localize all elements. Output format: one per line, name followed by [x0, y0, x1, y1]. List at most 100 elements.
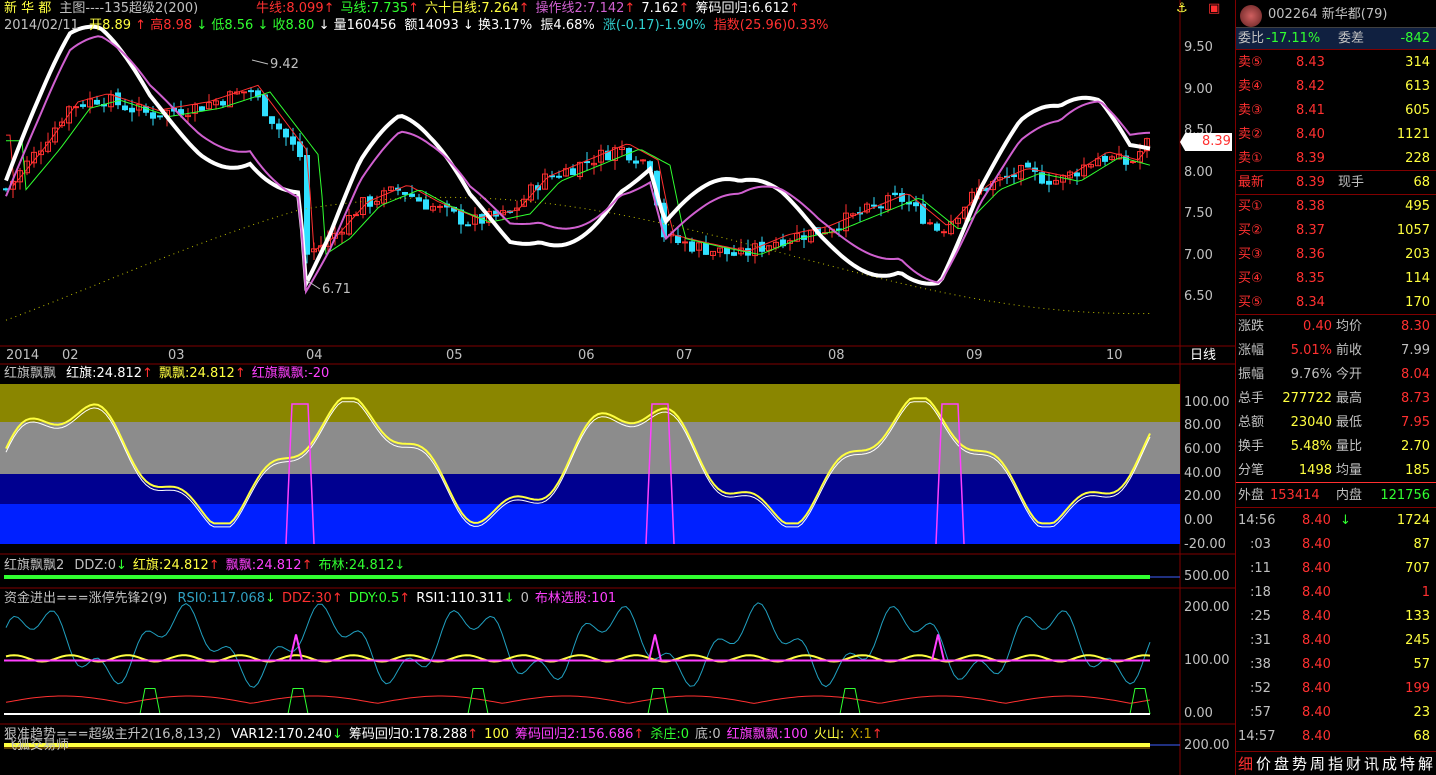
panel5-legend-item: 红旗飘飘:100 [726, 727, 808, 742]
main-indicator-label: 主图----135超级2(200) [59, 1, 199, 16]
weicha-value: -842 [1400, 31, 1430, 46]
stat-value: 2.70 [1401, 439, 1430, 454]
bottom-tab[interactable]: 解 [1418, 753, 1433, 774]
down-arrow-icon: ↓ [318, 18, 330, 33]
tick-volume: 199 [1405, 681, 1430, 696]
anchor-icon[interactable]: ⚓ [1176, 1, 1188, 17]
axis-tick-label: 200.00 [1184, 600, 1230, 615]
ddy-signal [647, 688, 669, 715]
axis-tick-label: 40.00 [1184, 466, 1222, 481]
candle-body [157, 115, 163, 118]
panel3-legend-item: 红旗:24.812 [132, 558, 209, 573]
stat-row: 总手 277722 最高 8.73 [1236, 388, 1436, 409]
up-arrow-icon: ↑ [399, 591, 411, 606]
tick-volume: 133 [1405, 609, 1430, 624]
up-arrow-icon: ↑ [301, 558, 313, 573]
quote-row[interactable]: 买③ 8.36 203 [1236, 244, 1436, 265]
divider [1236, 170, 1436, 171]
axis-tick-label: 9.00 [1184, 82, 1213, 97]
stat-value: 8.04 [1401, 367, 1430, 382]
up-arrow-icon: ↑ [624, 1, 636, 16]
bottom-tab[interactable]: 盘 [1274, 753, 1289, 774]
stock-chart-canvas[interactable] [0, 0, 1236, 775]
panel5-legend-item: X:1 [850, 727, 872, 742]
ddz-line [5, 695, 1151, 704]
quote-row-volume: 114 [1405, 271, 1430, 286]
bottom-tabs: 细价盘势周指财讯成特解 [1236, 752, 1436, 774]
candle-body [465, 224, 471, 227]
zone-blue [0, 504, 1180, 544]
up-arrow-icon: ↑ [633, 727, 645, 742]
bottom-tab[interactable]: 价 [1256, 753, 1271, 774]
bottom-tab[interactable]: 周 [1310, 753, 1325, 774]
bottom-tab[interactable]: 讯 [1364, 753, 1379, 774]
month-label: 2014 [6, 348, 40, 363]
month-label: 05 [446, 348, 463, 363]
quote-row-price: 8.39 [1296, 151, 1325, 166]
quote-row[interactable]: 卖④ 8.42 613 [1236, 76, 1436, 97]
quote-row[interactable]: 买① 8.38 495 [1236, 196, 1436, 217]
up-arrow-icon: ↑ [331, 591, 343, 606]
candle-body [423, 199, 429, 210]
stat-value: 1498 [1298, 463, 1332, 478]
tick-row: 14:56 8.40 ↓ 1724 [1236, 510, 1436, 531]
spike-signal [648, 634, 662, 661]
candle-body [633, 160, 639, 164]
quote-row[interactable]: 买② 8.37 1057 [1236, 220, 1436, 241]
tick-volume: 57 [1413, 657, 1430, 672]
tick-time: 14:57 [1238, 729, 1276, 744]
down-arrow-icon: ↓ [196, 18, 208, 33]
quote-title-row[interactable]: 002264 新华都(79) [1236, 4, 1436, 25]
tick-time: :11 [1250, 561, 1271, 576]
inner-label: 内盘 [1336, 488, 1363, 503]
outer-value: 153414 [1270, 488, 1320, 503]
panel4-legend-item: RSI1:110.311 [416, 591, 504, 606]
candle-body [640, 159, 646, 162]
xianshou-label: 现手 [1338, 175, 1365, 190]
candle-body [941, 231, 947, 234]
stat-label: 前收 [1336, 343, 1363, 358]
up-arrow-icon: ↑ [871, 727, 883, 742]
stat-value: 8.73 [1401, 391, 1430, 406]
quote-row[interactable]: 买④ 8.35 114 [1236, 268, 1436, 289]
stat-label: 均价 [1336, 319, 1363, 334]
bottom-tab[interactable]: 成 [1382, 753, 1397, 774]
header-line-1: 新 华 都 主图----135超级2(200) [4, 1, 198, 17]
quote-row-volume: 314 [1405, 55, 1430, 70]
axis-tick-label: 0.00 [1184, 513, 1213, 528]
tick-time: :03 [1250, 537, 1271, 552]
quote-row[interactable]: 卖⑤ 8.43 314 [1236, 52, 1436, 73]
stat-label: 振幅 [1238, 367, 1265, 382]
bottom-tab[interactable]: 细 [1238, 753, 1253, 774]
tick-time: :31 [1250, 633, 1271, 648]
stat-value: 7.99 [1401, 343, 1430, 358]
bottom-tab[interactable]: 特 [1400, 753, 1415, 774]
quote-row-label: 卖② [1238, 127, 1263, 142]
candle-body [689, 241, 695, 252]
stat-value: 185 [1405, 463, 1430, 478]
bottom-tab[interactable]: 势 [1292, 753, 1307, 774]
quote-row[interactable]: 卖② 8.40 1121 [1236, 124, 1436, 145]
down-arrow-icon: ↓ [265, 591, 276, 606]
stat-value: 277722 [1282, 391, 1332, 406]
period-label[interactable]: 日线 [1190, 348, 1216, 364]
up-arrow-icon: ↑ [208, 558, 220, 573]
quote-row[interactable]: 卖① 8.39 228 [1236, 148, 1436, 169]
quote-row[interactable]: 卖③ 8.41 605 [1236, 100, 1436, 121]
tick-volume: 1 [1421, 585, 1430, 600]
stat-label: 最低 [1336, 415, 1363, 430]
bar-date: 2014/02/11 [4, 18, 79, 33]
stat-row: 振幅 9.76% 今开 8.04 [1236, 364, 1436, 385]
up-arrow-icon: ↑ [518, 1, 530, 16]
month-label: 10 [1106, 348, 1123, 363]
header-line-2: 2014/02/11 开8.89 ↑ 高8.98 ↓ 低8.56 ↓ 收8.80… [4, 18, 828, 34]
outer-inner-row: 外盘 153414 内盘 121756 [1236, 485, 1436, 506]
flag-icon[interactable]: ▣ [1208, 1, 1220, 17]
quote-row[interactable]: 买⑤ 8.34 170 [1236, 292, 1436, 313]
bottom-tab[interactable]: 指 [1328, 753, 1343, 774]
bar-index: 指数(25.96)0.33% [713, 18, 829, 33]
up-arrow-icon: ↑ [678, 1, 690, 16]
quote-row-price: 8.41 [1296, 103, 1325, 118]
bottom-tab[interactable]: 财 [1346, 753, 1361, 774]
tick-price: 8.40 [1302, 681, 1331, 696]
